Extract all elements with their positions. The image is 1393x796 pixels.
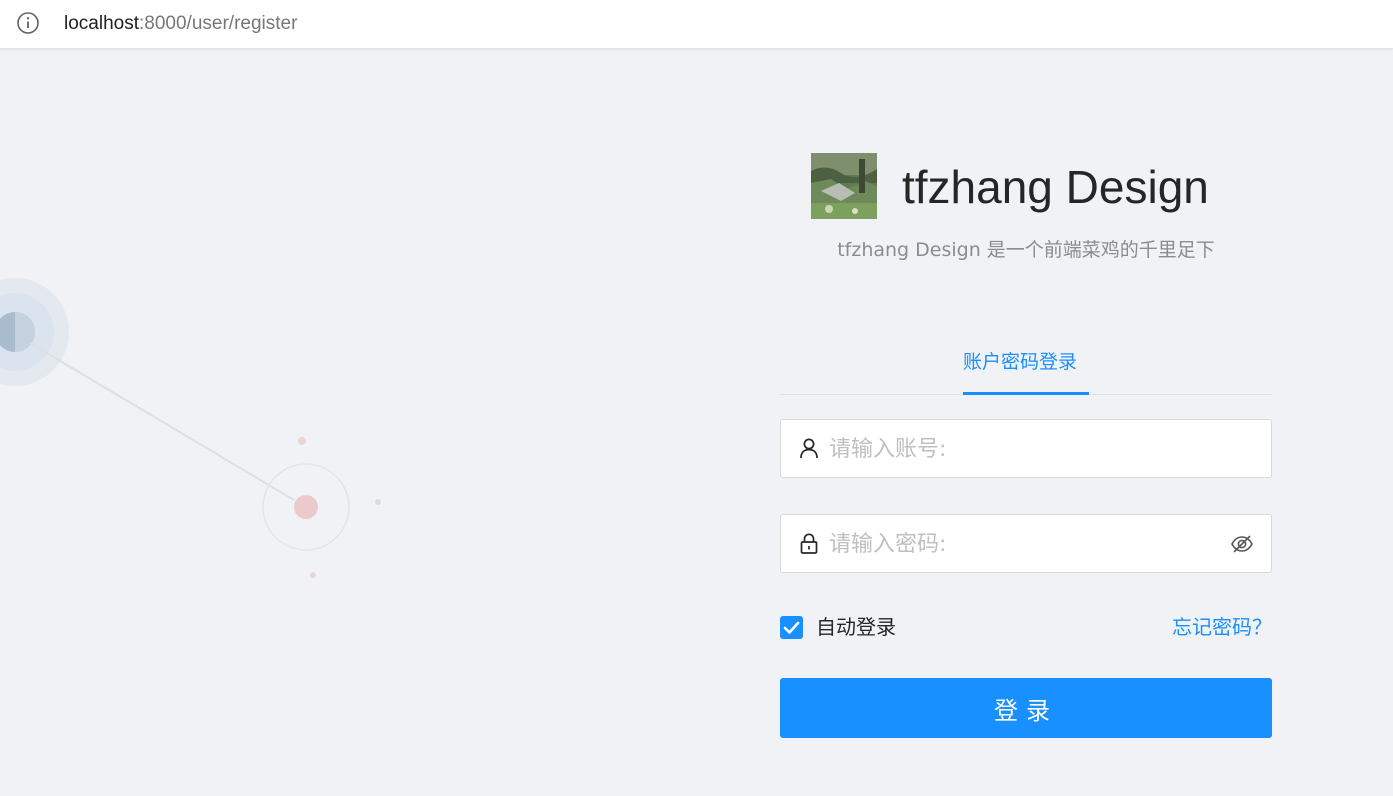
login-button[interactable]: 登录 [780,678,1272,738]
username-input[interactable] [827,428,1211,470]
checkbox-box[interactable] [780,616,803,639]
tab-active-indicator [963,392,1089,395]
auto-login-label: 自动登录 [816,615,896,639]
eye-invisible-icon[interactable] [1230,532,1254,556]
lock-icon [800,533,818,554]
brand-description: tfzhang Design 是一个前端菜鸡的千里足下 [837,239,1215,261]
brand-logo [811,153,877,219]
password-field[interactable] [780,514,1272,573]
brand-title: tfzhang Design [902,161,1209,213]
tab-account-password[interactable]: 账户密码登录 [963,346,1077,378]
login-tabs: 账户密码登录 [780,342,1272,395]
info-icon[interactable] [17,12,39,34]
password-input[interactable] [827,523,1211,565]
user-icon [800,438,818,459]
background-decoration [0,278,381,578]
username-field[interactable] [780,419,1272,478]
check-icon [783,621,800,634]
browser-address-bar[interactable]: localhost:8000/user/register [0,0,1393,49]
url-path: :8000/user/register [139,13,298,34]
url-host: localhost [64,13,139,34]
forgot-password-link[interactable]: 忘记密码？ [1172,614,1272,641]
url-text[interactable]: localhost:8000/user/register [64,11,297,37]
